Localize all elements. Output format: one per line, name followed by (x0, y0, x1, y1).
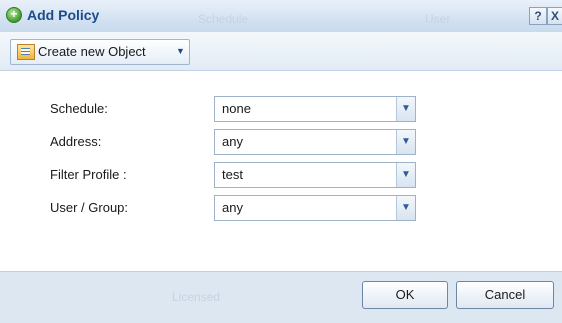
dialog-footer: Licensed OK Cancel (0, 271, 562, 323)
filter-profile-value: test (222, 167, 243, 182)
chevron-down-icon[interactable]: ▼ (396, 163, 415, 187)
object-icon (17, 44, 35, 60)
dialog-title: Add Policy (27, 7, 100, 23)
background-header-text: Schedule (198, 12, 249, 26)
title-bar[interactable]: + Add Policy Schedule User ? X (0, 0, 562, 33)
user-group-value: any (222, 200, 243, 215)
background-footer-text: Licensed (172, 290, 221, 304)
user-group-label: User / Group: (50, 200, 129, 215)
policy-form: Schedule: none ▼ Address: any ▼ Filter P… (0, 71, 562, 271)
schedule-row: Schedule: none ▼ (0, 96, 562, 122)
address-label: Address: (50, 134, 102, 149)
chevron-down-icon[interactable]: ▼ (396, 130, 415, 154)
address-select[interactable]: any ▼ (214, 129, 416, 155)
user-group-row: User / Group: any ▼ (0, 195, 562, 221)
chevron-down-icon[interactable]: ▼ (396, 196, 415, 220)
create-new-object-button[interactable]: Create new Object ▼ (10, 39, 190, 65)
cancel-button[interactable]: Cancel (456, 281, 554, 309)
user-group-select[interactable]: any ▼ (214, 195, 416, 221)
add-policy-dialog: + Add Policy Schedule User ? X Create ne… (0, 0, 562, 323)
chevron-down-icon[interactable]: ▼ (396, 97, 415, 121)
schedule-label: Schedule: (50, 101, 108, 116)
filter-profile-label: Filter Profile : (50, 167, 127, 182)
filter-profile-row: Filter Profile : test ▼ (0, 162, 562, 188)
chevron-down-icon: ▼ (176, 46, 185, 56)
address-value: any (222, 134, 243, 149)
toolbar: Create new Object ▼ (0, 32, 562, 71)
address-row: Address: any ▼ (0, 129, 562, 155)
schedule-value: none (222, 101, 251, 116)
help-button[interactable]: ? (529, 7, 547, 25)
filter-profile-select[interactable]: test ▼ (214, 162, 416, 188)
add-icon: + (6, 7, 22, 23)
ok-button[interactable]: OK (362, 281, 448, 309)
create-new-object-label: Create new Object (38, 44, 146, 59)
schedule-select[interactable]: none ▼ (214, 96, 416, 122)
background-header-text: User (425, 12, 451, 26)
close-button[interactable]: X (547, 7, 562, 25)
